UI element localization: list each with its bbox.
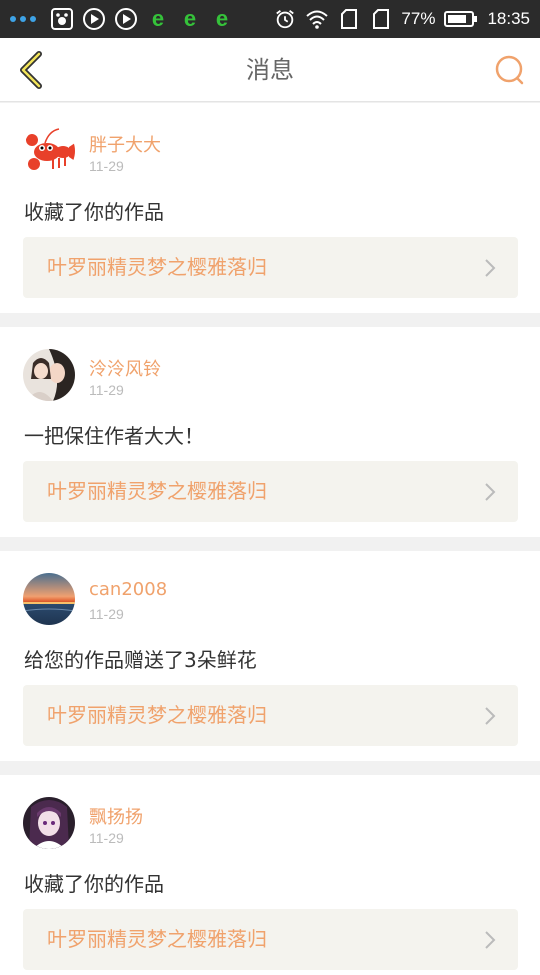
work-link[interactable]: 叶罗丽精灵梦之樱雅落归 xyxy=(23,237,518,298)
message-text: 收藏了你的作品 xyxy=(24,200,164,224)
work-link[interactable]: 叶罗丽精灵梦之樱雅落归 xyxy=(23,461,518,522)
lobster-avatar[interactable] xyxy=(23,125,75,177)
work-title: 叶罗丽精灵梦之樱雅落归 xyxy=(47,927,267,951)
chevron-right-icon xyxy=(485,259,496,277)
username[interactable]: can2008 xyxy=(89,579,167,600)
clock: 18:35 xyxy=(487,9,530,28)
message-item: 胖子大大 11-29 收藏了你的作品 叶罗丽精灵梦之樱雅落归 xyxy=(0,103,540,313)
video-app-icon xyxy=(114,7,138,31)
username[interactable]: 飘扬扬 xyxy=(89,803,143,829)
message-date: 11-29 xyxy=(89,830,124,846)
message-text: 一把保住作者大大！ xyxy=(24,424,204,448)
baidu-app-icon xyxy=(50,7,74,31)
work-title: 叶罗丽精灵梦之樱雅落归 xyxy=(47,255,267,279)
message-date: 11-29 xyxy=(89,382,124,398)
message-text: 给您的作品赠送了3朵鲜花 xyxy=(24,648,257,672)
work-link[interactable]: 叶罗丽精灵梦之樱雅落归 xyxy=(23,909,518,970)
browser-e-icon: e xyxy=(210,7,234,31)
message-item: 泠泠风铃 11-29 一把保住作者大大！ 叶罗丽精灵梦之樱雅落归 xyxy=(0,327,540,537)
anime-girl-avatar[interactable] xyxy=(23,797,75,849)
sim-card-icon xyxy=(369,7,393,31)
more-dots-icon xyxy=(10,16,36,22)
status-bar-system: 77% 18:35 xyxy=(273,7,530,31)
search-button[interactable] xyxy=(492,52,528,88)
message-item: can2008 11-29 给您的作品赠送了3朵鲜花 叶罗丽精灵梦之樱雅落归 xyxy=(0,551,540,761)
wifi-icon xyxy=(305,7,329,31)
sim-card-icon xyxy=(337,7,361,31)
battery-percent: 77% xyxy=(401,9,436,28)
browser-e-icon: e xyxy=(146,7,170,31)
message-date: 11-29 xyxy=(89,158,124,174)
chevron-right-icon xyxy=(485,931,496,949)
username[interactable]: 胖子大大 xyxy=(89,131,161,157)
chevron-right-icon xyxy=(485,483,496,501)
message-date: 11-29 xyxy=(89,606,124,622)
status-bar: e e e 77% 18:35 xyxy=(0,0,540,38)
message-item: 飘扬扬 11-29 收藏了你的作品 叶罗丽精灵梦之樱雅落归 xyxy=(0,775,540,975)
alarm-icon xyxy=(273,7,297,31)
svg-text:e: e xyxy=(216,7,228,31)
svg-text:e: e xyxy=(152,7,164,31)
work-title: 叶罗丽精灵梦之樱雅落归 xyxy=(47,479,267,503)
video-app-icon xyxy=(82,7,106,31)
page-title: 消息 xyxy=(246,56,294,84)
svg-text:e: e xyxy=(184,7,196,31)
search-icon xyxy=(495,55,524,85)
message-text: 收藏了你的作品 xyxy=(24,872,164,896)
chevron-right-icon xyxy=(485,707,496,725)
status-bar-notifications: e e e xyxy=(10,7,234,31)
work-link[interactable]: 叶罗丽精灵梦之樱雅落归 xyxy=(23,685,518,746)
battery-icon xyxy=(443,7,479,31)
browser-e-icon: e xyxy=(178,7,202,31)
header-bar: 消息 xyxy=(0,38,540,102)
work-title: 叶罗丽精灵梦之樱雅落归 xyxy=(47,703,267,727)
girl-photo-avatar[interactable] xyxy=(23,349,75,401)
username[interactable]: 泠泠风铃 xyxy=(89,355,161,381)
sunset-avatar[interactable] xyxy=(23,573,75,625)
